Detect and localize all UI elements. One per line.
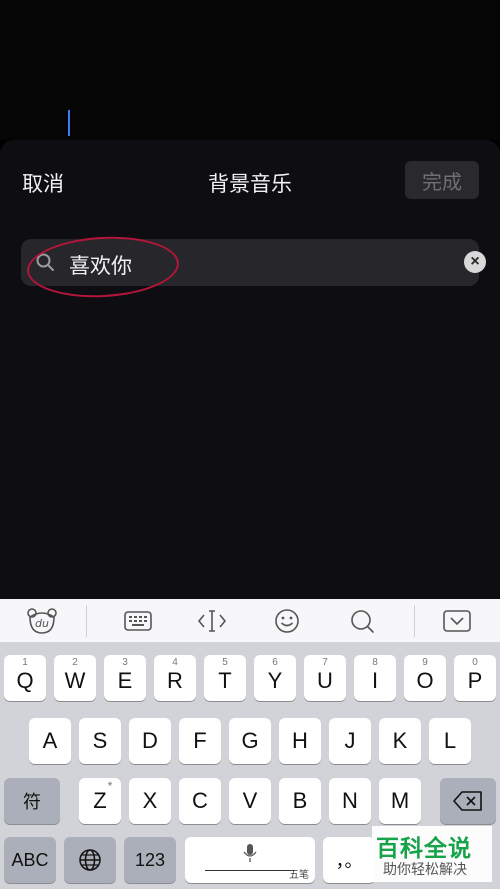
key-u[interactable]: 7U: [304, 655, 346, 701]
key-number-hint: 5: [222, 657, 228, 668]
space-key[interactable]: 五笔: [185, 837, 315, 883]
key-a[interactable]: A: [29, 718, 71, 764]
text-cursor: [68, 110, 70, 136]
clear-icon[interactable]: ×: [464, 251, 486, 273]
key-w[interactable]: 2W: [54, 655, 96, 701]
key-i[interactable]: 8I: [354, 655, 396, 701]
key-k[interactable]: K: [379, 718, 421, 764]
key-p[interactable]: 0P: [454, 655, 496, 701]
key-number-hint: 6: [272, 657, 278, 668]
key-number-hint: 0: [472, 657, 478, 668]
punctuation-key[interactable]: ，。: [323, 837, 375, 883]
space-bar-line: [205, 870, 295, 871]
key-number-hint: 1: [22, 657, 28, 668]
toolbar-divider: [414, 605, 415, 637]
backspace-icon: [453, 791, 482, 811]
number-key[interactable]: 123: [124, 837, 176, 883]
globe-key[interactable]: [64, 837, 116, 883]
dimmed-background: [0, 0, 500, 140]
key-s[interactable]: S: [79, 718, 121, 764]
logo-text: du: [35, 617, 49, 630]
key-number-hint: 7: [322, 657, 328, 668]
key-m[interactable]: M: [379, 778, 421, 824]
key-g[interactable]: G: [229, 718, 271, 764]
key-label: I: [371, 668, 379, 693]
backspace-key[interactable]: [440, 778, 496, 824]
done-button[interactable]: 完成: [405, 161, 479, 199]
emoji-icon[interactable]: [265, 599, 309, 643]
key-l[interactable]: L: [429, 718, 471, 764]
key-x[interactable]: X: [129, 778, 171, 824]
key-z-mark: *: [107, 779, 113, 793]
search-icon[interactable]: [340, 599, 384, 643]
key-label: W: [64, 668, 86, 693]
key-label: R: [167, 668, 183, 693]
key-label: E: [117, 668, 133, 693]
key-n[interactable]: N: [329, 778, 371, 824]
toolbar-divider: [86, 605, 87, 637]
background-music-sheet: 取消 背景音乐 完成 喜欢你 ×: [0, 140, 500, 600]
key-j[interactable]: J: [329, 718, 371, 764]
microphone-icon: [243, 844, 257, 862]
key-label: Y: [267, 668, 283, 693]
key-o[interactable]: 9O: [404, 655, 446, 701]
watermark-title: 百科全说: [376, 835, 472, 861]
key-e[interactable]: 3E: [104, 655, 146, 701]
key-label: Q: [16, 668, 34, 693]
key-z[interactable]: * Z: [79, 778, 121, 824]
collapse-keyboard-icon[interactable]: [435, 599, 479, 643]
key-label: O: [416, 668, 434, 693]
keyboard-icon[interactable]: [116, 599, 160, 643]
key-b[interactable]: B: [279, 778, 321, 824]
key-number-hint: 9: [422, 657, 428, 668]
key-f[interactable]: F: [179, 718, 221, 764]
key-number-hint: 3: [122, 657, 128, 668]
key-label: P: [467, 668, 483, 693]
cursor-move-icon[interactable]: [190, 599, 234, 643]
baidu-logo-icon[interactable]: du: [20, 599, 64, 643]
key-q[interactable]: 1Q: [4, 655, 46, 701]
keyboard-toolbar: du: [0, 599, 500, 643]
key-h[interactable]: H: [279, 718, 321, 764]
key-c[interactable]: C: [179, 778, 221, 824]
abc-key[interactable]: ABC: [4, 837, 56, 883]
key-number-hint: 4: [172, 657, 178, 668]
globe-icon: [79, 849, 101, 871]
watermark-subtitle: 助你轻松解决: [383, 861, 467, 877]
key-r[interactable]: 4R: [154, 655, 196, 701]
key-number-hint: 8: [372, 657, 378, 668]
space-sub-label: 五笔: [289, 870, 309, 881]
key-label: U: [317, 668, 333, 693]
symbol-key[interactable]: 符: [4, 778, 60, 824]
key-label: T: [218, 668, 232, 693]
key-v[interactable]: V: [229, 778, 271, 824]
key-y[interactable]: 6Y: [254, 655, 296, 701]
key-number-hint: 2: [72, 657, 78, 668]
key-d[interactable]: D: [129, 718, 171, 764]
key-t[interactable]: 5T: [204, 655, 246, 701]
